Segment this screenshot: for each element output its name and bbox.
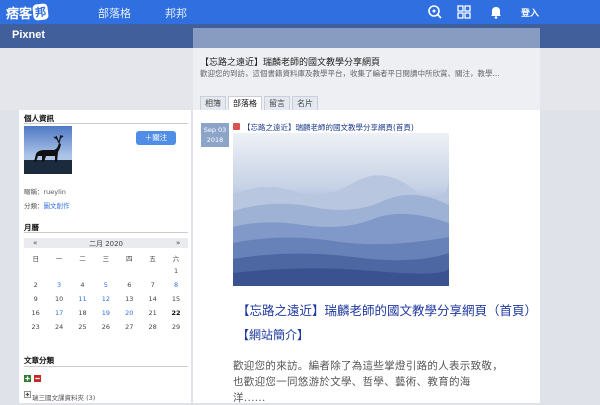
calendar-day [24,267,47,279]
calendar-day: 10 [54,295,64,303]
collapse-icon[interactable] [34,375,41,382]
calendar-day: 29 [171,323,181,331]
calendar-week-row: 23 24 25 26 27 28 29 [24,323,188,335]
post-date-year: 2018 [206,136,224,144]
calendar-week-row: 9 10 11 12 13 14 15 [24,295,188,307]
calendar-day: 24 [54,323,64,331]
calendar-week-row: 2 3 4 5 6 7 8 [24,281,188,293]
calendar-week-row: 1 [24,267,188,279]
folder-icon [24,391,31,398]
calendar-day[interactable]: 12 [94,295,117,307]
calendar-day[interactable]: 19 [94,309,117,321]
nickname-label: 暱稱： [24,188,44,196]
calendar-day[interactable]: 5 [94,281,117,293]
logo-text: 痞客 [6,6,33,22]
post-paragraph-line: 也歡迎您一同悠游於文學、哲學、藝術、教育的海 [233,376,471,388]
calendar-day: 4 [80,281,85,289]
calendar-day: 13 [125,295,134,303]
post-date-month: Sep 03 [203,126,227,134]
search-icon[interactable] [427,4,443,20]
calendar-weekday: 日 [32,255,39,263]
post-date-badge: Sep 03 2018 [201,123,229,147]
nickname-row: 暱稱：rueylin [24,186,66,196]
calendar-day: 16 [31,309,40,317]
logo-badge: 邦 [32,3,49,21]
calendar-day[interactable]: 3 [47,281,70,293]
calendar-weekday-row: 日一二三四五六 [24,253,188,265]
tab-guestbook[interactable]: 留言 [264,96,290,110]
post-paragraph-line: 歡迎您的來訪。編者除了為這些掌燈引路的人表示致敬， [233,360,503,372]
post-flag-icon [233,123,240,130]
login-link[interactable]: 登入 [521,6,539,19]
calendar-weekday: 六 [172,255,180,263]
calendar-day[interactable]: 20 [118,309,141,321]
blog-tabs: 相簿 部落格 留言 名片 [200,96,320,110]
category-link[interactable]: 圖文創作 [44,202,70,210]
calendar-day: 27 [125,323,134,331]
nav-blog-link[interactable]: 部落格 [98,5,131,21]
calendar-day: 14 [148,295,157,303]
calendar-day [118,267,141,279]
blog-description: 歡迎您的到訪，這個書籍資料庫及教學平台，收集了編者平日閱讀中所欣賞、關注，教學.… [200,69,500,78]
calendar-day: 2 [33,281,38,289]
calendar-day: 6 [127,281,132,289]
divider [24,123,188,124]
pixnet-logo[interactable]: 痞客 邦 [6,3,49,22]
expand-icon[interactable] [24,375,31,382]
post-title-link[interactable]: 【忘路之遠近】瑞麟老師的國文教學分享網頁(首頁) [243,122,414,133]
calendar-day: 18 [78,309,87,317]
calendar-prev-button[interactable]: « [33,239,37,247]
calendar-weekday: 五 [149,255,156,263]
nav-bangbang-link[interactable]: 邦邦 [165,5,187,21]
tab-blog[interactable]: 部落格 [228,96,262,110]
calendar-weekday: 四 [126,255,133,263]
calendar-month: 二月 2020 [88,240,124,248]
follow-button[interactable]: ＋關注 [136,131,176,145]
avatar[interactable] [24,126,72,174]
calendar-next-button[interactable]: » [176,239,180,247]
calendar-day: 7 [150,281,155,289]
calendar-day[interactable]: 11 [71,295,94,307]
calendar-day: 28 [148,323,157,331]
calendar-day [47,267,70,279]
post-subheading: 【網站簡介】 [237,328,310,342]
calendar-day [71,267,94,279]
post-heading: 【忘路之遠近】瑞麟老師的國文教學分享網頁（首頁） [237,303,538,318]
nickname-value: rueylin [43,188,66,196]
blog-title: 【忘路之遠近】瑞麟老師的國文教學分享網頁 [200,58,381,68]
bell-icon[interactable] [488,4,504,20]
category-label: 分類： [24,202,44,210]
calendar-weekday: 三 [102,255,110,263]
deer-silhouette-icon [24,134,72,174]
calendar-day: 26 [101,323,110,331]
calendar-day[interactable]: 17 [47,309,70,321]
category-row: 分類：圖文創作 [24,200,70,210]
category-list-item[interactable]: 瑞三國文課資料夾 (3) [32,392,95,402]
blog-name[interactable]: Pixnet [12,29,45,41]
mountain-layers-image [233,175,449,286]
categories-heading: 文章分類 [24,356,54,365]
calendar-header: 二月 2020 « » [24,238,188,248]
tab-card[interactable]: 名片 [292,96,318,110]
calendar-day: 22 [171,309,181,317]
mountain-photo [233,133,449,286]
top-navigation-bar: 痞客 邦 部落格 邦邦 登入 [0,0,600,24]
calendar-day: 15 [171,295,181,303]
calendar-day[interactable]: 8 [164,281,187,293]
calendar-day: 1 [173,267,179,275]
calendar-day: 25 [78,323,87,331]
apps-grid-icon[interactable] [456,4,472,20]
calendar-day: 23 [31,323,40,331]
calendar-week-row: 16 17 18 19 20 21 22 [24,309,188,321]
calendar-day [94,267,117,279]
calendar-day: 9 [33,295,38,303]
calendar-day: 21 [148,309,157,317]
calendar-weekday: 二 [79,255,86,263]
tab-album[interactable]: 相簿 [200,96,226,110]
calendar-day [141,267,164,279]
divider [24,366,188,367]
divider [24,232,188,233]
calendar-weekday: 一 [55,255,63,263]
